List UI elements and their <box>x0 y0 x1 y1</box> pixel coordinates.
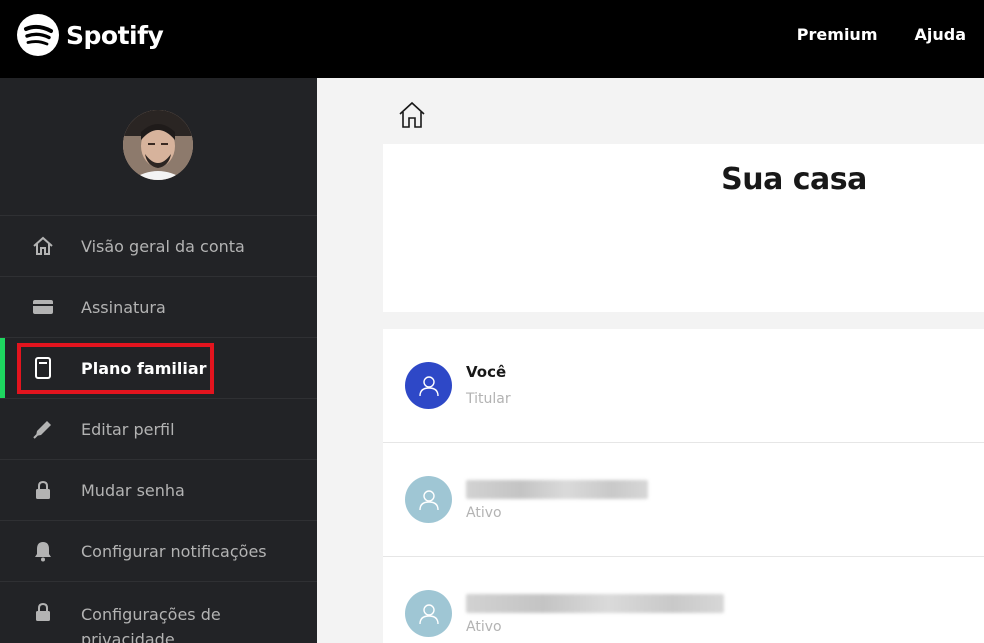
sidebar-item-notifications[interactable]: Configurar notificações <box>0 521 317 582</box>
sidebar-item-label: Editar perfil <box>81 419 175 439</box>
member-avatar <box>405 476 452 523</box>
sidebar-item-privacy-settings[interactable]: Configurações de privacidade <box>0 582 317 643</box>
pencil-icon <box>32 418 54 440</box>
bell-icon <box>32 540 54 562</box>
sidebar-item-label: Mudar senha <box>81 480 185 500</box>
blurred-member-name <box>466 480 648 499</box>
brand-name: Spotify <box>66 20 164 50</box>
top-bar: Spotify Premium Ajuda <box>0 0 984 78</box>
lock-icon <box>32 479 54 501</box>
members-card: Você Titular Ativo Ativo <box>383 329 984 643</box>
user-icon <box>418 489 439 510</box>
profile-photo <box>123 110 193 180</box>
sidebar-item-account-overview[interactable]: Visão geral da conta <box>0 216 317 277</box>
sidebar-item-label: Visão geral da conta <box>81 236 245 256</box>
sidebar-menu: Visão geral da conta Assinatura Plano fa… <box>0 215 317 643</box>
sidebar-item-change-password[interactable]: Mudar senha <box>0 460 317 521</box>
sidebar-item-label: Configurações de privacidade <box>81 605 221 643</box>
nav-help-link[interactable]: Ajuda <box>914 25 966 44</box>
member-role: Titular <box>466 391 511 407</box>
sidebar-item-label: Plano familiar <box>81 358 207 378</box>
spotify-logo-icon <box>17 14 59 56</box>
member-row[interactable]: Ativo <box>383 557 984 643</box>
page-title: Sua casa <box>721 162 867 197</box>
member-name: Você <box>466 363 507 381</box>
user-icon <box>418 375 439 396</box>
lock-icon <box>32 601 54 623</box>
top-nav: Premium Ajuda <box>797 25 966 44</box>
family-plan-icon <box>32 357 54 379</box>
nav-premium-link[interactable]: Premium <box>797 25 878 44</box>
member-row[interactable]: Ativo <box>383 443 984 557</box>
card-icon <box>32 296 54 318</box>
sidebar-item-family-plan[interactable]: Plano familiar <box>0 338 317 399</box>
spotify-logo[interactable]: Spotify <box>16 13 164 57</box>
blurred-member-name <box>466 594 724 613</box>
member-avatar <box>405 362 452 409</box>
sidebar-item-label: Assinatura <box>81 297 166 317</box>
member-row[interactable]: Você Titular <box>383 329 984 443</box>
sidebar-item-subscription[interactable]: Assinatura <box>0 277 317 338</box>
sidebar: Visão geral da conta Assinatura Plano fa… <box>0 78 317 643</box>
home-icon <box>32 235 54 257</box>
member-role: Ativo <box>466 505 502 521</box>
member-role: Ativo <box>466 619 502 635</box>
sidebar-item-label: Configurar notificações <box>81 541 267 561</box>
profile-avatar[interactable] <box>123 110 193 180</box>
house-icon <box>399 101 425 128</box>
user-icon <box>418 603 439 624</box>
member-avatar <box>405 590 452 637</box>
sidebar-item-edit-profile[interactable]: Editar perfil <box>0 399 317 460</box>
